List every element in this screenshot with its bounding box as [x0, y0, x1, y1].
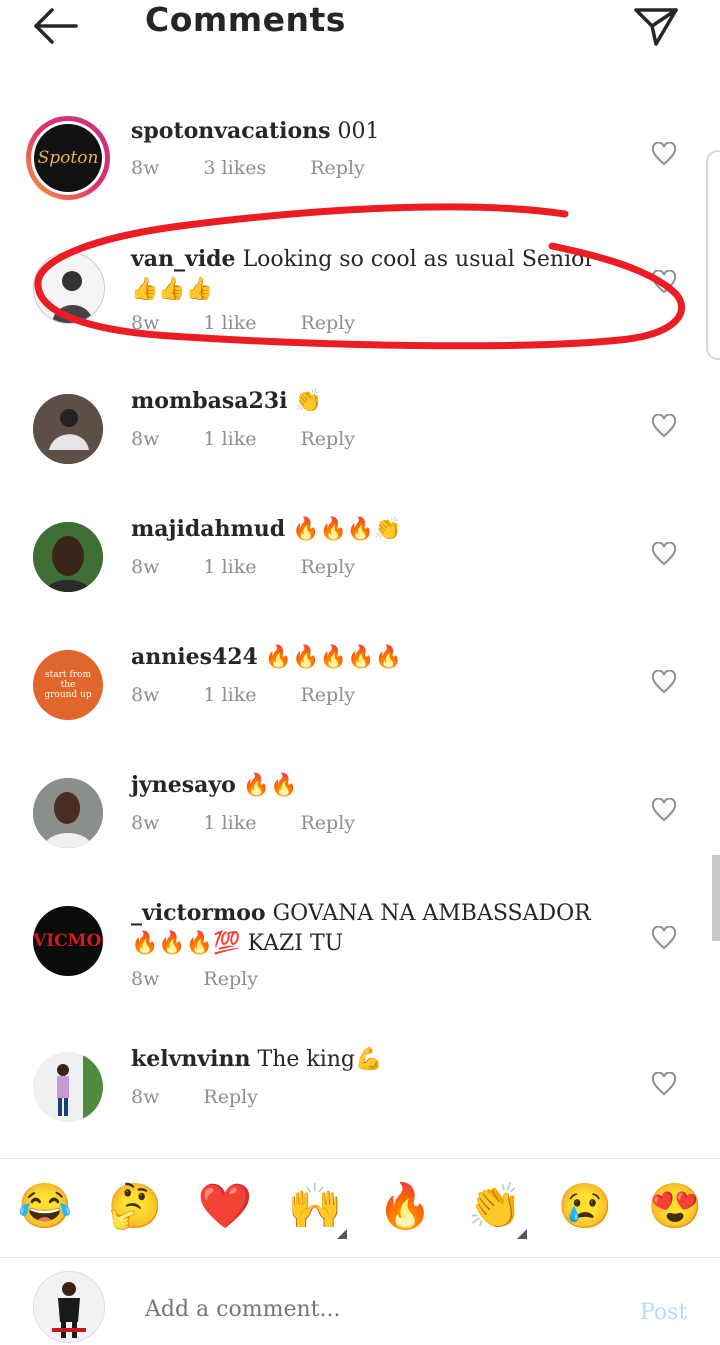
emoji-thinking[interactable]: 🤔 [105, 1179, 165, 1235]
reply-button[interactable]: Reply [310, 157, 365, 179]
scrollbar[interactable] [712, 855, 720, 941]
skin-tone-indicator [517, 1229, 527, 1239]
comment-time: 8w [131, 812, 160, 834]
comment-body: 🔥🔥🔥👏 [292, 517, 402, 542]
heart-icon[interactable] [651, 797, 677, 822]
comment-username[interactable]: jynesayo [131, 772, 236, 798]
reply-button[interactable]: Reply [301, 312, 356, 334]
comment-time: 8w [131, 968, 160, 990]
emoji-clapping-glyph: 👏 [467, 1181, 523, 1232]
avatar-text: start from the ground up [44, 670, 92, 700]
heart-icon[interactable] [651, 141, 677, 166]
post-button[interactable]: Post [640, 1300, 687, 1325]
comment-body: 🔥🔥 [242, 773, 298, 798]
heart-icon[interactable] [651, 925, 677, 950]
comment-body: 🔥🔥🔥🔥🔥 [264, 645, 402, 670]
comment-likes[interactable]: 3 likes [203, 157, 266, 179]
comment-time: 8w [131, 556, 160, 578]
comment-time: 8w [131, 312, 160, 334]
comment-meta: 8w 1 like Reply [131, 428, 355, 450]
emoji-laughing[interactable]: 😂 [15, 1179, 75, 1235]
comment-likes[interactable]: 1 like [203, 684, 256, 706]
comment-text: kelvnvinn The king💪 [131, 1044, 611, 1075]
heart-icon[interactable] [651, 1071, 677, 1096]
avatar[interactable] [33, 778, 103, 848]
comment-meta: 8w Reply [131, 1086, 258, 1108]
comment-input[interactable] [143, 1292, 597, 1326]
emoji-raised-hands[interactable]: 🙌 [285, 1179, 347, 1239]
emoji-clapping[interactable]: 👏 [465, 1179, 527, 1239]
paper-plane-icon[interactable] [630, 2, 682, 50]
comment-composer: Post [0, 1256, 720, 1345]
comment-likes[interactable]: 1 like [203, 556, 256, 578]
comment-text: mombasa23i 👏 [131, 386, 611, 417]
comment-body: 👏 [294, 389, 322, 414]
comment-username[interactable]: annies424 [131, 644, 258, 670]
emoji-fire[interactable]: 🔥 [375, 1179, 435, 1235]
comment-body: 001 [337, 119, 380, 144]
comment-text: annies424 🔥🔥🔥🔥🔥 [131, 642, 611, 673]
side-panel-handle[interactable] [706, 150, 720, 360]
comment-username[interactable]: _victormoo [131, 900, 266, 926]
comment-meta: 8w 3 likes Reply [131, 157, 365, 179]
comment-time: 8w [131, 428, 160, 450]
avatar[interactable]: VICMOO [33, 906, 103, 976]
reply-button[interactable]: Reply [301, 684, 356, 706]
avatar[interactable] [33, 252, 105, 324]
reply-button[interactable]: Reply [203, 1086, 258, 1108]
emoji-crying[interactable]: 😢 [555, 1179, 615, 1235]
comment-username[interactable]: mombasa23i [131, 388, 287, 414]
comment-text: jynesayo 🔥🔥 [131, 770, 611, 801]
comment-username[interactable]: kelvnvinn [131, 1046, 251, 1072]
comment-meta: 8w 1 like Reply [131, 812, 355, 834]
comment-body: The king💪 [257, 1047, 383, 1072]
skin-tone-indicator [337, 1229, 347, 1239]
comment-text: spotonvacations 001 [131, 116, 611, 147]
avatar[interactable] [33, 394, 103, 464]
heart-icon[interactable] [651, 269, 677, 294]
comment-username[interactable]: spotonvacations [131, 118, 331, 144]
reply-button[interactable]: Reply [203, 968, 258, 990]
heart-icon[interactable] [651, 413, 677, 438]
avatar[interactable]: start from the ground up [33, 650, 103, 720]
my-avatar[interactable] [33, 1271, 105, 1343]
comment-text: majidahmud 🔥🔥🔥👏 [131, 514, 611, 545]
heart-icon[interactable] [651, 541, 677, 566]
comment-meta: 8w Reply [131, 968, 258, 990]
header-bar: Comments [0, 0, 720, 70]
avatar[interactable] [33, 1052, 103, 1122]
comment-time: 8w [131, 684, 160, 706]
avatar-text: VICMOO [33, 931, 103, 951]
emoji-heart-eyes[interactable]: 😍 [645, 1179, 705, 1235]
avatar-story-ring[interactable]: Spoton [26, 116, 110, 200]
comment-likes[interactable]: 1 like [203, 312, 256, 334]
comment-meta: 8w 1 like Reply [131, 312, 355, 334]
comment-username[interactable]: majidahmud [131, 516, 285, 542]
comment-username[interactable]: van_vide [131, 246, 236, 272]
avatar[interactable] [33, 522, 103, 592]
comment-likes[interactable]: 1 like [203, 812, 256, 834]
comment-time: 8w [131, 1086, 160, 1108]
comment-time: 8w [131, 157, 160, 179]
heart-icon[interactable] [651, 669, 677, 694]
comment-meta: 8w 1 like Reply [131, 556, 355, 578]
emoji-raised-hands-glyph: 🙌 [287, 1181, 343, 1232]
emoji-heart[interactable]: ❤️ [195, 1179, 255, 1235]
comment-likes[interactable]: 1 like [203, 428, 256, 450]
comment-text: van_vide Looking so cool as usual Senior… [131, 244, 611, 305]
reply-button[interactable]: Reply [301, 556, 356, 578]
comment-text: _victormoo GOVANA NA AMBASSADOR 🔥🔥🔥💯 KAZ… [131, 898, 611, 959]
reply-button[interactable]: Reply [301, 428, 356, 450]
reply-button[interactable]: Reply [301, 812, 356, 834]
page-title: Comments [145, 0, 346, 39]
arrow-left-icon[interactable] [28, 4, 84, 48]
avatar-logo-text: Spoton [34, 124, 102, 192]
emoji-quick-bar: 😂 🤔 ❤️ 🙌 🔥 👏 😢 😍 [0, 1158, 720, 1258]
comment-meta: 8w 1 like Reply [131, 684, 355, 706]
